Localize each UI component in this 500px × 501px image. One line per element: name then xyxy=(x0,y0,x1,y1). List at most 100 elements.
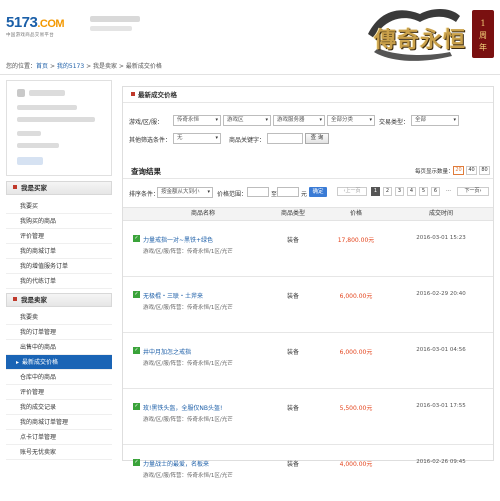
sidebar-item-card-orders[interactable]: 点卡订单管理 xyxy=(6,430,112,445)
sidebar-item-label: 最新成交价格 xyxy=(22,359,59,366)
table-row[interactable]: ✓ 力量战士的最爱，名板来 游戏/区/服/阵营：传奇永恒/1区/光芒 装备 4,… xyxy=(123,445,493,501)
item-type: 装备 xyxy=(286,405,299,412)
chevron-down-icon: ▾ xyxy=(369,117,372,123)
sidebar-item-mall-order-manage[interactable]: 我的商城订单管理 xyxy=(6,415,112,430)
next-page-button[interactable]: 下一页› xyxy=(457,187,489,196)
sort-label: 排序条件： xyxy=(129,191,160,198)
chevron-down-icon: ▾ xyxy=(215,135,218,141)
sidebar-item-buy[interactable]: 我要买 xyxy=(6,199,112,214)
page-button-3[interactable]: 3 xyxy=(395,187,404,196)
page-button-6[interactable]: 6 xyxy=(431,187,440,196)
next-page-label: 下一页 xyxy=(464,188,480,194)
verified-icon: ✓ xyxy=(133,459,140,466)
sidebar-heading-label: 我是买家 xyxy=(21,184,47,192)
sidebar-item-boosting-orders[interactable]: 我的代练订单 xyxy=(6,274,112,289)
sidebar-item-reviews[interactable]: 评价管理 xyxy=(6,229,112,244)
site-logo[interactable]: 5173.COM 中国游戏商品交易平台 xyxy=(6,14,86,38)
item-deal-time: 2016-02-29 20:40 xyxy=(416,291,466,297)
sidebar-heading-label: 我是卖家 xyxy=(21,296,47,304)
breadcrumb-home[interactable]: 首页 xyxy=(36,63,48,70)
sidebar-item-on-sale[interactable]: 出售中的商品 xyxy=(6,340,112,355)
table-row[interactable]: ✓ 力量戒指一对~黑铁+绿色 游戏/区/服/阵营：传奇永恒/1区/光芒 装备 1… xyxy=(123,221,493,277)
page-button-2[interactable]: 2 xyxy=(383,187,392,196)
page-button-4[interactable]: 4 xyxy=(407,187,416,196)
item-price: 4,000.00元 xyxy=(339,461,373,468)
table-row[interactable]: ✓ 无极棍・三联・土斧来 游戏/区/服/阵营：传奇永恒/1区/光芒 装备 6,0… xyxy=(123,277,493,333)
prev-page-label: 上一页 xyxy=(345,188,361,194)
blurred-username xyxy=(29,90,65,96)
breadcrumb-separator: > xyxy=(117,63,126,70)
item-deal-time: 2016-03-01 15:23 xyxy=(416,235,466,241)
sidebar-item-purchased[interactable]: 我购买的商品 xyxy=(6,214,112,229)
breadcrumb-my[interactable]: 我的5173 xyxy=(57,63,84,70)
sidebar-item-sell[interactable]: 我要卖 xyxy=(6,310,112,325)
sidebar-item-latest-prices[interactable]: ▸ 最新成交价格 xyxy=(6,355,112,370)
price-confirm-button[interactable]: 确定 xyxy=(309,187,327,197)
trade-type-value: 全部 xyxy=(415,117,427,123)
sidebar-item-account-safe[interactable]: 账号无忧卖家 xyxy=(6,445,112,460)
trade-type-select[interactable]: 全部 ▾ xyxy=(411,115,459,126)
sidebar-item-warehouse[interactable]: 仓库中的商品 xyxy=(6,370,112,385)
item-deal-time: 2016-03-01 04:56 xyxy=(416,347,466,353)
sort-select[interactable]: 按金额从大到小 ▾ xyxy=(157,187,213,198)
per-page-40[interactable]: 40 xyxy=(466,166,477,175)
sidebar-item-vas-orders[interactable]: 我的增值服务订单 xyxy=(6,259,112,274)
area-select[interactable]: 游戏区 ▾ xyxy=(223,115,271,126)
results-header: 查询结果 每页显示数量： 20 40 80 xyxy=(123,163,493,179)
category-select[interactable]: 全部分类 ▾ xyxy=(327,115,375,126)
chevron-down-icon: ▾ xyxy=(319,117,322,123)
game-banner[interactable]: 1 周 年 傳奇永恒 xyxy=(360,4,496,64)
verified-icon: ✓ xyxy=(133,403,140,410)
sort-select-value: 按金额从大到小 xyxy=(161,189,200,195)
item-name-link[interactable]: 力量戒指一对~黑铁+绿色 xyxy=(143,235,213,244)
page-ellipsis: … xyxy=(444,187,453,196)
table-row[interactable]: ✓ 井中月加怎之戒指 游戏/区/服/阵营：传奇永恒/1区/光芒 装备 6,000… xyxy=(123,333,493,389)
other-filter-select[interactable]: 无 ▾ xyxy=(173,133,221,144)
price-range-label: 价格范围： xyxy=(217,191,248,198)
item-deal-time: 2016-02-26 09:45 xyxy=(416,459,466,465)
user-info-box xyxy=(6,80,112,176)
blurred-button[interactable] xyxy=(17,157,43,165)
results-title: 查询结果 xyxy=(131,167,161,176)
table-row[interactable]: ✓ 玫!黑铁头盔，全服仅NB头盔! 游戏/区/服/阵营：传奇永恒/1区/光芒 装… xyxy=(123,389,493,445)
panel-title: 最新成交价格 xyxy=(123,87,493,103)
item-name-link[interactable]: 无极棍・三联・土斧来 xyxy=(143,291,203,300)
chevron-down-icon: ▾ xyxy=(453,117,456,123)
item-name-link[interactable]: 力量战士的最爱，名板来 xyxy=(143,459,209,468)
item-server-info: 游戏/区/服/阵营：传奇永恒/1区/光芒 xyxy=(143,305,233,311)
header-blurred-text xyxy=(90,26,132,31)
main-panel: 最新成交价格 游戏/区/服： 传奇永恒 ▾ 游戏区 ▾ 游戏服务器 ▾ 全部分类 ▾ 交… xyxy=(122,86,494,479)
header-divider xyxy=(0,74,500,75)
game-select-value: 传奇永恒 xyxy=(177,117,200,123)
item-name-link[interactable]: 井中月加怎之戒指 xyxy=(143,347,191,356)
sidebar-item-deal-records[interactable]: 我的成交记录 xyxy=(6,400,112,415)
breadcrumb-separator: > xyxy=(48,63,57,70)
game-select[interactable]: 传奇永恒 ▾ xyxy=(173,115,221,126)
item-server-info: 游戏/区/服/阵营：传奇永恒/1区/光芒 xyxy=(143,417,233,423)
per-page-20[interactable]: 20 xyxy=(453,166,464,175)
panel-title-text: 最新成交价格 xyxy=(138,91,177,99)
price-min-input[interactable] xyxy=(247,187,269,197)
banner-title: 傳奇永恒 xyxy=(374,27,467,53)
sidebar-heading-buyer: 我是买家 xyxy=(6,181,112,195)
svg-text:1: 1 xyxy=(480,19,485,28)
sidebar-item-order-manage[interactable]: 我的订单管理 xyxy=(6,325,112,340)
page-button-5[interactable]: 5 xyxy=(419,187,428,196)
keyword-input[interactable] xyxy=(267,133,303,144)
prev-page-button[interactable]: ‹上一页 xyxy=(337,187,367,196)
price-max-input[interactable] xyxy=(277,187,299,197)
blurred-line xyxy=(17,143,59,148)
breadcrumb-seller[interactable]: 我是卖家 xyxy=(93,63,117,70)
price-unit-label: 元 xyxy=(301,191,308,198)
breadcrumb-current: 最新成交价格 xyxy=(125,63,162,70)
game-area-label: 游戏/区/服： xyxy=(129,119,164,126)
sidebar-item-mall-orders[interactable]: 我的商城订单 xyxy=(6,244,112,259)
per-page-80[interactable]: 80 xyxy=(479,166,490,175)
server-select[interactable]: 游戏服务器 ▾ xyxy=(273,115,325,126)
item-name-link[interactable]: 玫!黑铁头盔，全服仅NB头盔! xyxy=(143,403,222,412)
sidebar-item-seller-reviews[interactable]: 评价管理 xyxy=(6,385,112,400)
search-button[interactable]: 查 询 xyxy=(305,133,329,144)
svg-text:年: 年 xyxy=(479,42,487,52)
page-button-1[interactable]: 1 xyxy=(371,187,380,196)
category-select-value: 全部分类 xyxy=(331,117,354,123)
